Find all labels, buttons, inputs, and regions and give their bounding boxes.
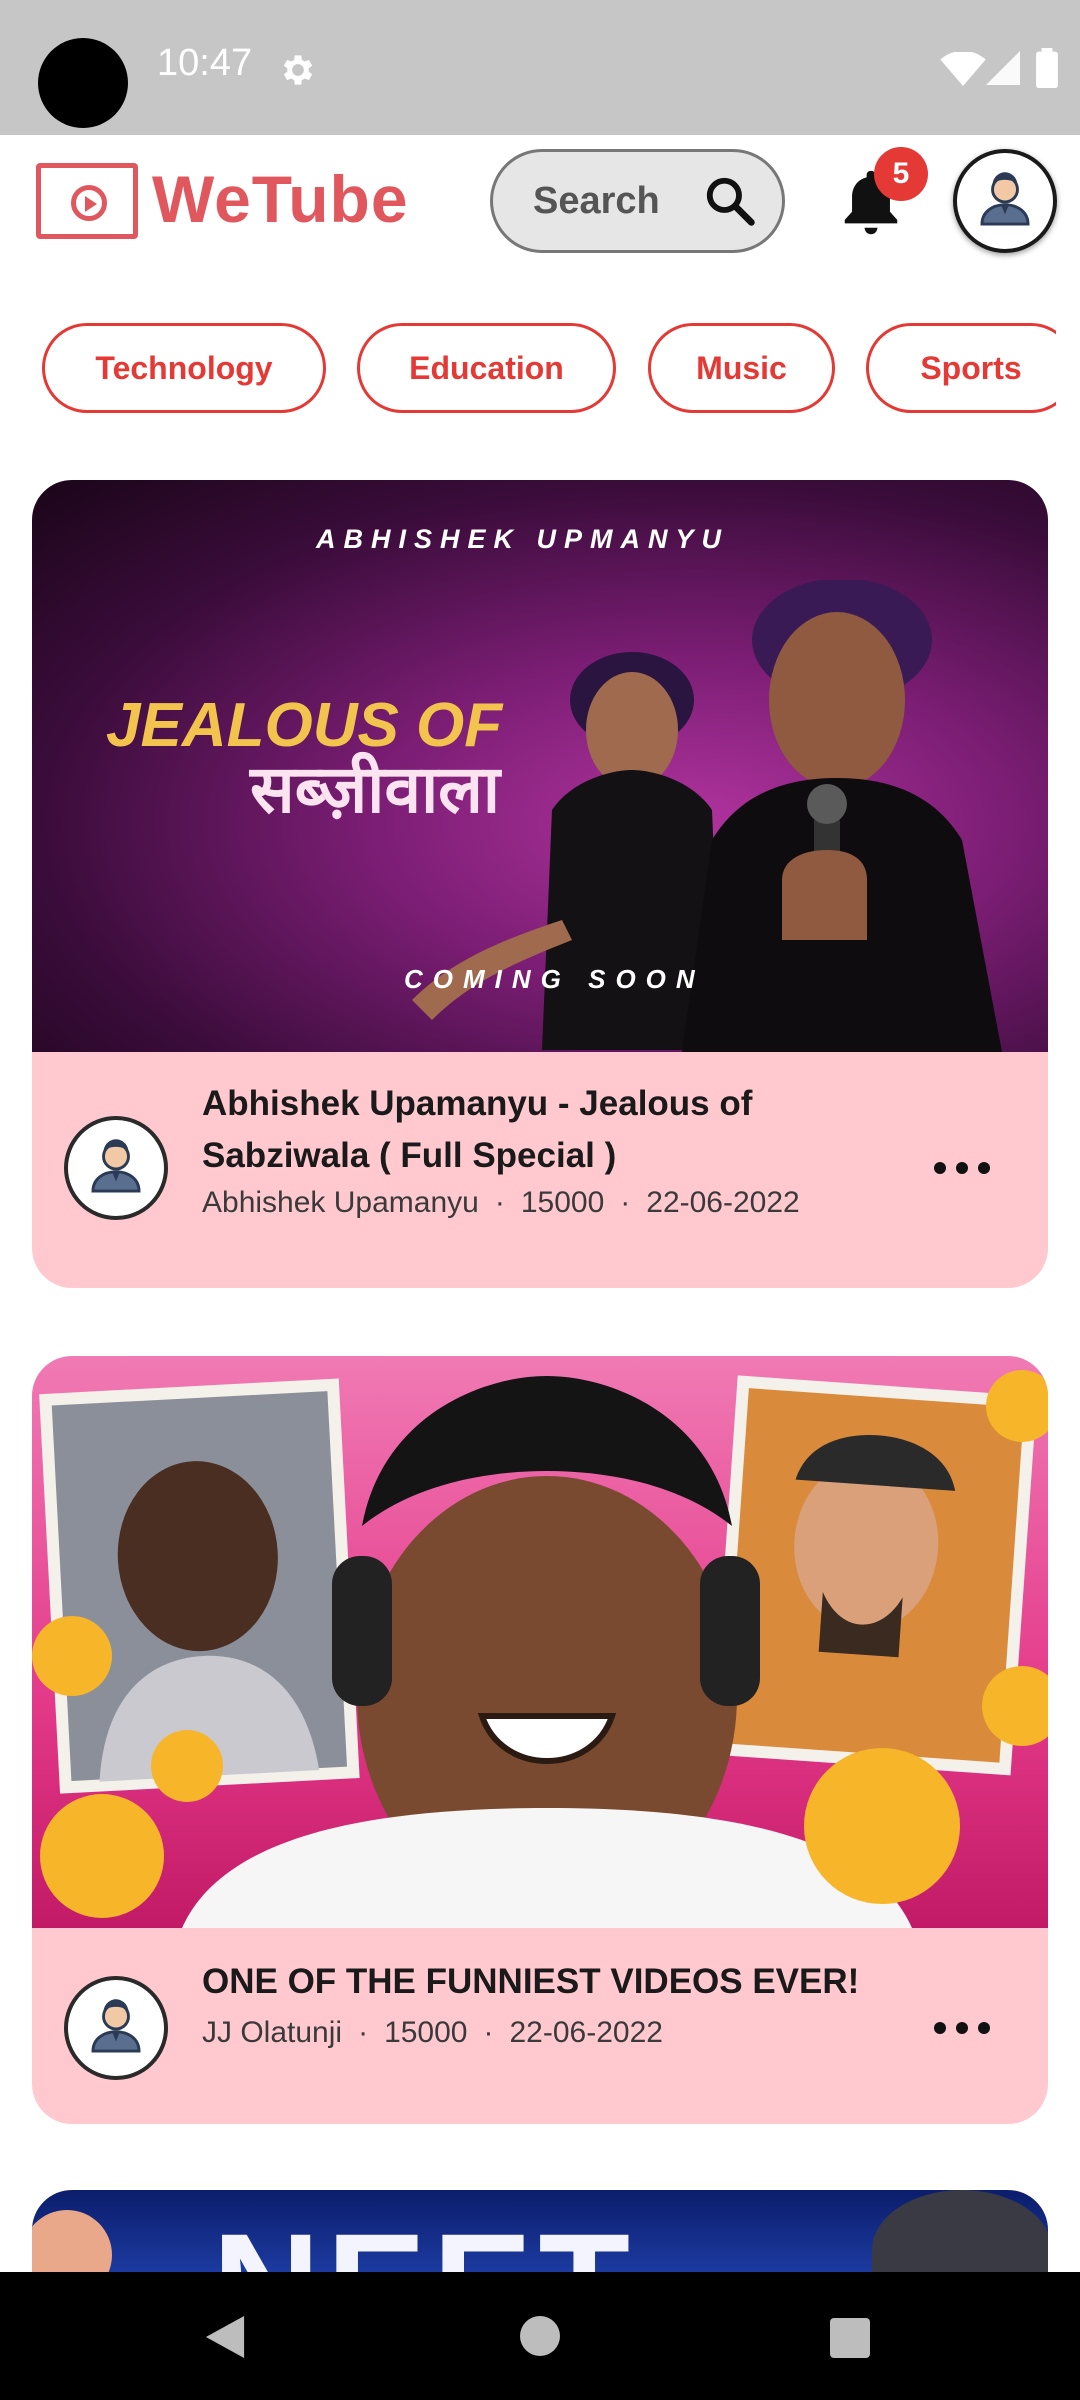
video-card[interactable]: ONE OF THE FUNNIEST VIDEOS EVER! JJ Olat…	[32, 1356, 1048, 2124]
video-card[interactable]: ABHISHEK UPMANYU JEALOUS OF सब्ज़ीवाला C…	[32, 480, 1048, 1288]
upload-date: 22-06-2022	[509, 2016, 663, 2049]
profile-avatar-button[interactable]	[953, 149, 1057, 253]
system-navigation-bar	[0, 2272, 1080, 2400]
chip-music[interactable]: Music	[648, 323, 835, 413]
battery-icon	[1036, 48, 1058, 88]
video-info: ONE OF THE FUNNIEST VIDEOS EVER! JJ Olat…	[32, 1928, 1048, 2124]
chip-sports[interactable]: Sports	[866, 323, 1056, 413]
reaction-thumbnail-image	[32, 1370, 1048, 1928]
chip-education[interactable]: Education	[357, 323, 616, 413]
channel-avatar[interactable]	[64, 1976, 168, 2080]
upload-date: 22-06-2022	[646, 1186, 800, 1219]
back-icon[interactable]	[205, 2316, 245, 2358]
channel-name[interactable]: Abhishek Upamanyu	[202, 1186, 479, 1219]
play-icon	[71, 185, 107, 221]
logo-icon	[36, 163, 138, 239]
thumbnail-name-text: ABHISHEK UPMANYU	[316, 524, 730, 554]
search-icon	[706, 177, 755, 226]
search-button[interactable]: Search	[490, 149, 785, 253]
video-thumbnail[interactable]: NEET	[32, 2190, 1048, 2272]
more-options-icon[interactable]	[932, 1148, 992, 1188]
signal-icon	[986, 51, 1020, 85]
channel-avatar[interactable]	[64, 1116, 168, 1220]
video-thumbnail[interactable]	[32, 1356, 1048, 1928]
video-card[interactable]: NEET	[32, 2190, 1048, 2272]
camera-cutout	[38, 38, 128, 128]
video-meta: Abhishek Upamanyu · 15000 · 22-06-2022	[202, 1186, 800, 1219]
user-avatar-icon	[980, 172, 1030, 226]
app-logo-text: WeTube	[152, 162, 409, 236]
status-bar: 10:47	[0, 0, 1080, 135]
view-count: 15000	[384, 2016, 468, 2049]
thumbnail-person-shape	[32, 2210, 112, 2272]
video-info: Abhishek Upamanyu - Jealous of Sabziwala…	[32, 1052, 1048, 1288]
app-header: WeTube Search 5	[0, 135, 1080, 275]
more-options-icon[interactable]	[932, 2008, 992, 2048]
wifi-icon	[940, 52, 986, 86]
thumbnail-footer-text: COMING SOON	[404, 964, 705, 994]
view-count: 15000	[520, 1186, 605, 1219]
status-time: 10:47	[157, 42, 253, 84]
video-thumbnail[interactable]: ABHISHEK UPMANYU JEALOUS OF सब्ज़ीवाला C…	[32, 480, 1048, 1052]
user-avatar-icon	[91, 1999, 141, 2053]
recent-apps-icon[interactable]	[830, 2318, 870, 2358]
chip-technology[interactable]: Technology	[42, 323, 326, 413]
settings-icon	[283, 55, 313, 85]
notification-badge: 5	[874, 147, 928, 201]
channel-name[interactable]: JJ Olatunji	[202, 2016, 342, 2049]
thumbnail-headline-text: NEET	[212, 2200, 636, 2272]
user-avatar-icon	[91, 1139, 141, 1193]
category-chips: Technology Education Music Sports	[0, 320, 1056, 416]
thumbnail-person-shape	[872, 2190, 1048, 2272]
video-meta: JJ Olatunji · 15000 · 22-06-2022	[202, 2016, 663, 2049]
video-title[interactable]: ONE OF THE FUNNIEST VIDEOS EVER!	[202, 1956, 922, 2008]
search-label: Search	[533, 180, 660, 222]
video-title[interactable]: Abhishek Upamanyu - Jealous of Sabziwala…	[202, 1078, 922, 1182]
home-icon[interactable]	[520, 2316, 560, 2356]
